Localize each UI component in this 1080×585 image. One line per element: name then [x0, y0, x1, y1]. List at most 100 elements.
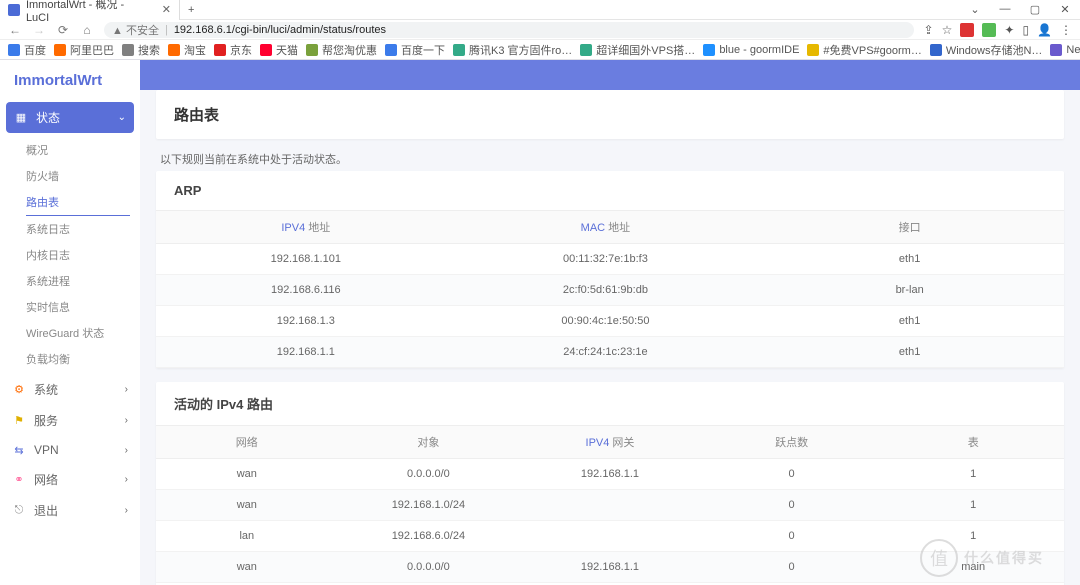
nav-forward-icon[interactable]: →: [32, 23, 46, 37]
sidebar-item[interactable]: ⚑服务›: [0, 405, 140, 436]
bookmark-favicon: [306, 44, 318, 56]
sidebar-item-label: 系统: [34, 381, 58, 398]
arp-table: IPV4 地址 MAC 地址 接口 192.168.1.10100:11:32:…: [156, 210, 1064, 368]
ipv4-h-table: 表: [882, 426, 1064, 459]
window-dropdown-icon[interactable]: ⌄: [960, 3, 990, 16]
bookmark-label: 天猫: [276, 42, 298, 58]
ipv4-title: 活动的 IPv4 路由: [156, 382, 1064, 425]
star-icon[interactable]: ☆: [942, 23, 953, 37]
bookmark-item[interactable]: Windows存储池N…: [930, 42, 1043, 58]
sidebar-item-label: 退出: [34, 502, 58, 519]
menu-icon[interactable]: ⋮: [1060, 23, 1072, 37]
url-text: 192.168.6.1/cgi-bin/luci/admin/status/ro…: [174, 24, 386, 36]
bookmark-label: 搜索: [138, 42, 160, 58]
bookmark-item[interactable]: 搜索: [122, 42, 160, 58]
submenu-item[interactable]: 防火墙: [0, 163, 140, 189]
sidebar-menu: ▦ 状态 ⌄ 概况防火墙路由表系统日志内核日志系统进程实时信息WireGuard…: [0, 102, 140, 526]
arp-h-mac-link[interactable]: MAC: [581, 222, 605, 234]
bookmark-item[interactable]: 阿里巴巴: [54, 42, 114, 58]
bookmark-item[interactable]: 淘宝: [168, 42, 206, 58]
bookmark-item[interactable]: 腾讯K3 官方固件ro…: [453, 42, 572, 58]
page-title: 路由表: [156, 90, 1064, 139]
bookmark-item[interactable]: 百度一下: [385, 42, 445, 58]
sidebar-item-label: VPN: [34, 443, 59, 457]
bookmark-label: 京东: [230, 42, 252, 58]
ipv4-h-gw-link[interactable]: IPV4: [586, 437, 610, 449]
bookmark-favicon: [122, 44, 134, 56]
address-box[interactable]: ▲ 不安全 | 192.168.6.1/cgi-bin/luci/admin/s…: [104, 22, 914, 38]
sidebar-item[interactable]: ⎋退出›: [0, 495, 140, 526]
brand-logo[interactable]: ImmortalWrt: [0, 60, 140, 100]
profile-icon[interactable]: 👤: [1037, 23, 1052, 37]
bookmark-item[interactable]: blue - goormIDE: [703, 44, 799, 56]
bookmark-favicon: [8, 44, 20, 56]
nav-back-icon[interactable]: ←: [8, 23, 22, 37]
bookmark-favicon: [260, 44, 272, 56]
bookmark-item[interactable]: New-VirtualDisk: [1050, 44, 1080, 56]
new-tab-button[interactable]: +: [180, 4, 202, 16]
bookmark-favicon: [453, 44, 465, 56]
status-submenu: 概况防火墙路由表系统日志内核日志系统进程实时信息WireGuard 状态负载均衡: [0, 135, 140, 374]
ipv4-h-target: 对象: [338, 426, 520, 459]
browser-addressbar: ← → ⟳ ⌂ ▲ 不安全 | 192.168.6.1/cgi-bin/luci…: [0, 20, 1080, 40]
app-root: ImmortalWrt ▦ 状态 ⌄ 概况防火墙路由表系统日志内核日志系统进程实…: [0, 60, 1080, 585]
chevron-down-icon: ⌄: [118, 112, 126, 123]
panel-header: 路由表: [156, 90, 1064, 139]
browser-tab[interactable]: ImmortalWrt - 概况 - LuCI ✕: [0, 0, 180, 20]
submenu-item[interactable]: 实时信息: [0, 294, 140, 320]
extensions-icon[interactable]: ✦: [1004, 23, 1014, 37]
nav-home-icon[interactable]: ⌂: [80, 23, 94, 37]
menu-icon: ⚭: [12, 473, 26, 487]
watermark: 值 什么值得买: [920, 537, 1070, 579]
bookmark-item[interactable]: 天猫: [260, 42, 298, 58]
bookmark-item[interactable]: 帮您淘优惠: [306, 42, 377, 58]
bookmark-item[interactable]: #免费VPS#goorm…: [807, 42, 921, 58]
bookmark-favicon: [168, 44, 180, 56]
nav-reload-icon[interactable]: ⟳: [56, 23, 70, 37]
chevron-right-icon: ›: [125, 384, 128, 395]
submenu-item[interactable]: WireGuard 状态: [0, 320, 140, 346]
window-maximize-icon[interactable]: ▢: [1020, 3, 1050, 16]
sidebar-item-label: 状态: [36, 109, 60, 126]
sidebar-item[interactable]: ⚙ 系统 ›: [0, 374, 140, 405]
table-row: wan0.0.0.0/0192.168.1.101: [156, 459, 1064, 490]
sidebar-item[interactable]: ⚭网络›: [0, 464, 140, 495]
sidebar-item-status[interactable]: ▦ 状态 ⌄: [6, 102, 134, 133]
bookmark-label: New-VirtualDisk: [1066, 44, 1080, 56]
ipv4-h-metric: 跃点数: [701, 426, 883, 459]
tab-close-icon[interactable]: ✕: [162, 3, 171, 16]
chevron-right-icon: ›: [125, 474, 128, 485]
submenu-item[interactable]: 系统日志: [0, 216, 140, 242]
extension-icon-1[interactable]: [960, 23, 974, 37]
share-icon[interactable]: ⇪: [924, 23, 934, 37]
arp-h-ipv4-link[interactable]: IPV4: [281, 222, 305, 234]
bookmark-item[interactable]: 百度: [8, 42, 46, 58]
arp-panel: ARP IPV4 地址 MAC 地址 接口 192.168.1.10100:11…: [156, 171, 1064, 368]
submenu-item[interactable]: 路由表: [26, 189, 130, 216]
bookmark-item[interactable]: 超详细国外VPS搭…: [580, 42, 695, 58]
bookmark-item[interactable]: 京东: [214, 42, 252, 58]
bookmarks-bar: 百度阿里巴巴 搜索淘宝 京东 天猫 帮您淘优惠百度一下 腾讯K3 官方固件ro… 超详细国外…: [0, 40, 1080, 60]
submenu-item[interactable]: 系统进程: [0, 268, 140, 294]
bookmark-favicon: [930, 44, 942, 56]
menu-icon: ⚙: [12, 383, 26, 397]
arp-h-if: 接口: [755, 211, 1064, 244]
bookmark-label: 帮您淘优惠: [322, 42, 377, 58]
sidebar-item[interactable]: ⇆VPN›: [0, 436, 140, 464]
bookmark-label: 腾讯K3 官方固件ro…: [469, 42, 572, 58]
browser-titlebar: ImmortalWrt - 概况 - LuCI ✕ + ⌄ — ▢ ✕: [0, 0, 1080, 20]
bookmark-favicon: [580, 44, 592, 56]
window-close-icon[interactable]: ✕: [1050, 3, 1080, 16]
reading-list-icon[interactable]: ▯: [1022, 23, 1029, 37]
submenu-item[interactable]: 概况: [0, 137, 140, 163]
app-topbar: [140, 60, 1080, 90]
submenu-item[interactable]: 负载均衡: [0, 346, 140, 372]
extension-icon-2[interactable]: [982, 23, 996, 37]
sidebar-item-label: 服务: [34, 412, 58, 429]
table-row: 192.168.1.10100:11:32:7e:1b:f3eth1: [156, 244, 1064, 275]
table-row: 192.168.6.1162c:f0:5d:61:9b:dbbr-lan: [156, 275, 1064, 306]
table-row: 192.168.1.300:90:4c:1e:50:50eth1: [156, 306, 1064, 337]
security-warn: ▲ 不安全: [112, 22, 159, 38]
window-minimize-icon[interactable]: —: [990, 3, 1020, 16]
submenu-item[interactable]: 内核日志: [0, 242, 140, 268]
